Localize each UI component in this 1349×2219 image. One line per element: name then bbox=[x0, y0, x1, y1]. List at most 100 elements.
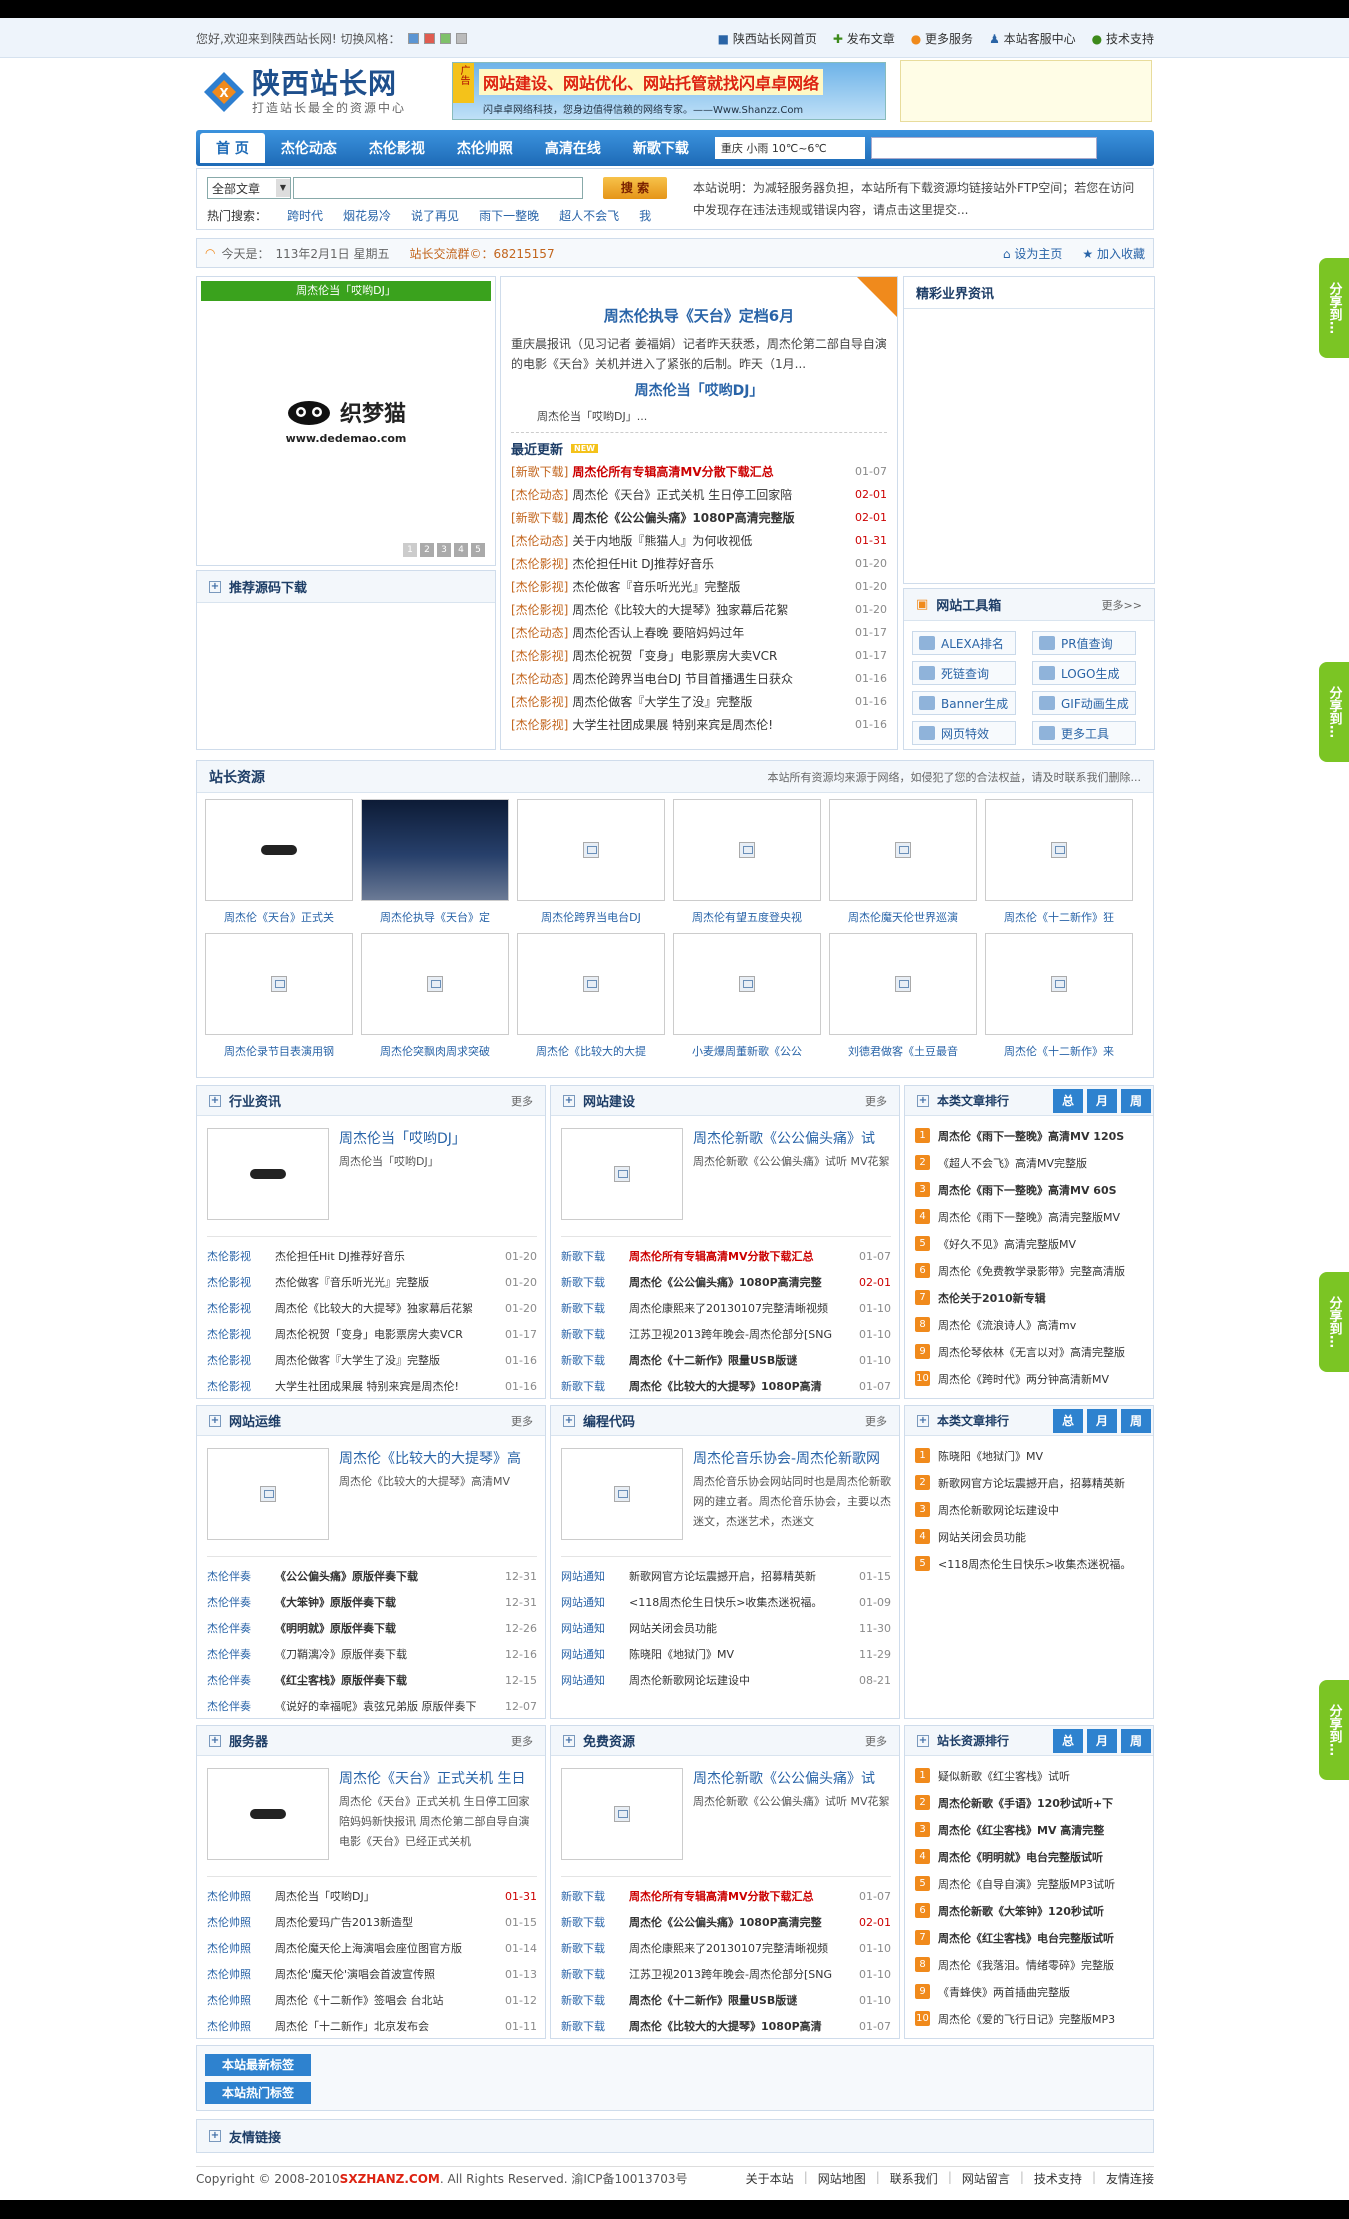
nav-jay-photos[interactable]: 杰伦帅照 bbox=[441, 131, 529, 165]
panel-item-title[interactable]: 周杰伦《比较大的大提琴》1080P高清 bbox=[629, 1378, 853, 1394]
panel-item-title[interactable]: 《刀鞘漓冷》原版伴奏下载 bbox=[275, 1646, 499, 1662]
ranking-tab[interactable]: 月 bbox=[1087, 1088, 1117, 1113]
panel-more-link[interactable]: 更多 bbox=[865, 1093, 887, 1109]
ranking-item[interactable]: 2 新歌网官方论坛震撼开启，招募精英新 bbox=[915, 1469, 1143, 1496]
panel-item-category[interactable]: 新歌下载 bbox=[561, 1300, 629, 1316]
panel-list-item[interactable]: 杰伦伴奏 《刀鞘漓冷》原版伴奏下载 12-16 bbox=[207, 1641, 537, 1667]
panel-more-link[interactable]: 更多 bbox=[865, 1413, 887, 1429]
ranking-item-title[interactable]: 《好久不见》高清完整版MV bbox=[938, 1236, 1143, 1252]
resource-thumbnail[interactable] bbox=[361, 933, 509, 1035]
ranking-item-title[interactable]: 周杰伦《雨下一整晚》高清MV 120S bbox=[938, 1128, 1143, 1144]
panel-item-title[interactable]: 周杰伦所有专辑高清MV分散下载汇总 bbox=[629, 1888, 853, 1904]
latest-item-title[interactable]: 周杰伦《天台》正式关机 生日停工回家陪 bbox=[572, 486, 847, 503]
panel-list-item[interactable]: 新歌下载 江苏卫视2013跨年晚会-周杰伦部分[SNG 01-10 bbox=[561, 1961, 891, 1987]
top-link-services[interactable]: ● 更多服务 bbox=[911, 30, 973, 47]
style-switch-green[interactable] bbox=[440, 32, 452, 44]
resource-card[interactable]: 周杰伦跨界当电台DJ bbox=[517, 799, 665, 925]
panel-item-title[interactable]: 周杰伦祝贺「变身」电影票房大卖VCR bbox=[275, 1326, 499, 1342]
latest-item-title[interactable]: 周杰伦跨界当电台DJ 节目首播遇生日获众 bbox=[572, 670, 847, 687]
panel-item-title[interactable]: 周杰伦所有专辑高清MV分散下载汇总 bbox=[629, 1248, 853, 1264]
latest-item[interactable]: [杰伦影视] 杰伦做客『音乐听光光』完整版 01-20 bbox=[511, 575, 887, 598]
panel-item-category[interactable]: 新歌下载 bbox=[561, 1326, 629, 1342]
panel-item-category[interactable]: 杰伦影视 bbox=[207, 1274, 275, 1290]
resource-card[interactable]: 周杰伦《天台》正式关 bbox=[205, 799, 353, 925]
panel-item-title[interactable]: 陈晓阳《地狱门》MV bbox=[629, 1646, 853, 1662]
panel-item-category[interactable]: 新歌下载 bbox=[561, 1248, 629, 1264]
nav-home[interactable]: 首 页 bbox=[200, 133, 265, 163]
panel-item-title[interactable]: 周杰伦魔天伦上海演唱会座位图官方版 bbox=[275, 1940, 499, 1956]
latest-item-category[interactable]: [杰伦影视] bbox=[511, 601, 568, 618]
panel-thumbnail[interactable] bbox=[207, 1128, 329, 1220]
resource-title[interactable]: 周杰伦《天台》正式关 bbox=[205, 909, 353, 925]
share-tab[interactable]: 分享到… bbox=[1319, 662, 1349, 762]
panel-feature-title[interactable]: 周杰伦音乐协会-周杰伦新歌网 bbox=[693, 1448, 893, 1468]
panel-list-item[interactable]: 杰伦伴奏 《公公偏头痛》原版伴奏下载 12-31 bbox=[207, 1563, 537, 1589]
ranking-tab[interactable]: 总 bbox=[1053, 1088, 1083, 1113]
panel-list-item[interactable]: 新歌下载 周杰伦《比较大的大提琴》1080P高清 01-07 bbox=[561, 1373, 891, 1399]
share-tab[interactable]: 分享到… bbox=[1319, 1272, 1349, 1372]
slide-page[interactable]: 4 bbox=[454, 543, 468, 557]
ranking-item[interactable]: 4 周杰伦《明明就》电台完整版试听 bbox=[915, 1843, 1143, 1870]
latest-item-category[interactable]: [新歌下载] bbox=[511, 463, 568, 480]
ranking-item[interactable]: 4 网站关闭会员功能 bbox=[915, 1523, 1143, 1550]
panel-feature-title[interactable]: 周杰伦新歌《公公偏头痛》试 bbox=[693, 1768, 893, 1788]
ranking-item[interactable]: 4 周杰伦《雨下一整晚》高清完整版MV bbox=[915, 1203, 1143, 1230]
resource-thumbnail[interactable] bbox=[205, 933, 353, 1035]
panel-list-item[interactable]: 杰伦帅照 周杰伦爱玛广告2013新造型 01-15 bbox=[207, 1909, 537, 1935]
resource-card[interactable]: 周杰伦有望五度登央视 bbox=[673, 799, 821, 925]
panel-list-item[interactable]: 杰伦影视 周杰伦做客『大学生了没』完整版 01-16 bbox=[207, 1347, 537, 1373]
hot-keyword[interactable]: 超人不会飞 bbox=[559, 207, 619, 224]
panel-thumbnail[interactable] bbox=[561, 1448, 683, 1540]
panel-item-title[interactable]: 周杰伦《比较大的大提琴》独家幕后花絮 bbox=[275, 1300, 499, 1316]
ranking-item-title[interactable]: 《青蜂侠》两首插曲完整版 bbox=[938, 1984, 1143, 2000]
site-logo[interactable]: X 陕西站长网 打造站长最全的资源中心 bbox=[202, 64, 442, 120]
share-tab[interactable]: 分享到… bbox=[1319, 258, 1349, 358]
panel-more-link[interactable]: 更多 bbox=[511, 1093, 533, 1109]
panel-list-item[interactable]: 网站通知 网站关闭会员功能 11-30 bbox=[561, 1615, 891, 1641]
toolbox-more-link[interactable]: 更多>> bbox=[1102, 597, 1142, 613]
slide-page[interactable]: 1 bbox=[403, 543, 417, 557]
ranking-item-title[interactable]: 周杰伦新歌网论坛建设中 bbox=[938, 1502, 1143, 1518]
ranking-tab[interactable]: 周 bbox=[1121, 1088, 1151, 1113]
panel-item-category[interactable]: 杰伦影视 bbox=[207, 1378, 275, 1394]
ranking-tab[interactable]: 月 bbox=[1087, 1728, 1117, 1753]
panel-item-title[interactable]: 周杰伦《十二新作》限量USB版谜 bbox=[629, 1352, 853, 1368]
panel-item-category[interactable]: 杰伦伴奏 bbox=[207, 1594, 275, 1610]
share-tab[interactable]: 分享到… bbox=[1319, 1680, 1349, 1780]
resource-thumbnail[interactable] bbox=[829, 799, 977, 901]
ranking-item-title[interactable]: 周杰伦新歌《大笨钟》120秒试听 bbox=[938, 1903, 1143, 1919]
panel-item-title[interactable]: 周杰伦新歌网论坛建设中 bbox=[629, 1672, 853, 1688]
panel-item-title[interactable]: 《公公偏头痛》原版伴奏下载 bbox=[275, 1568, 499, 1584]
panel-list-item[interactable]: 杰伦伴奏 《大笨钟》原版伴奏下载 12-31 bbox=[207, 1589, 537, 1615]
nav-hd-online[interactable]: 高清在线 bbox=[529, 131, 617, 165]
latest-item[interactable]: [杰伦影视] 大学生社团成果展 特别来宾是周杰伦! 01-16 bbox=[511, 713, 887, 736]
ranking-item[interactable]: 5 <118周杰伦生日快乐>收集杰迷祝福。 bbox=[915, 1550, 1143, 1577]
panel-item-category[interactable]: 杰伦伴奏 bbox=[207, 1568, 275, 1584]
panel-item-title[interactable]: 杰伦做客『音乐听光光』完整版 bbox=[275, 1274, 499, 1290]
panel-item-category[interactable]: 网站通知 bbox=[561, 1620, 629, 1636]
ranking-tab[interactable]: 周 bbox=[1121, 1728, 1151, 1753]
resource-title[interactable]: 周杰伦跨界当电台DJ bbox=[517, 909, 665, 925]
panel-item-category[interactable]: 杰伦影视 bbox=[207, 1352, 275, 1368]
panel-item-title[interactable]: 周杰伦康熙来了20130107完整清晰视频 bbox=[629, 1940, 853, 1956]
search-category-select[interactable]: 全部文章 ▼ bbox=[207, 177, 291, 199]
latest-item-category[interactable]: [杰伦影视] bbox=[511, 693, 568, 710]
style-switch-gray[interactable] bbox=[456, 32, 468, 44]
panel-item-category[interactable]: 网站通知 bbox=[561, 1594, 629, 1610]
resource-title[interactable]: 小麦爆周董新歌《公公 bbox=[673, 1043, 821, 1059]
panel-item-category[interactable]: 杰伦伴奏 bbox=[207, 1646, 275, 1662]
footer-link[interactable]: 友情连接 bbox=[1106, 2170, 1154, 2187]
ranking-item-title[interactable]: 疑似新歌《红尘客栈》试听 bbox=[938, 1768, 1143, 1784]
panel-list-item[interactable]: 网站通知 陈晓阳《地狱门》MV 11-29 bbox=[561, 1641, 891, 1667]
panel-list-item[interactable]: 杰伦帅照 周杰伦魔天伦上海演唱会座位图官方版 01-14 bbox=[207, 1935, 537, 1961]
resource-card[interactable]: 周杰伦执导《天台》定 bbox=[361, 799, 509, 925]
panel-list-item[interactable]: 杰伦影视 周杰伦《比较大的大提琴》独家幕后花絮 01-20 bbox=[207, 1295, 537, 1321]
panel-item-title[interactable]: 周杰伦'魔天伦'演唱会首波宣传照 bbox=[275, 1966, 499, 1982]
latest-item[interactable]: [杰伦影视] 周杰伦祝贺「变身」电影票房大卖VCR 01-17 bbox=[511, 644, 887, 667]
ranking-item-title[interactable]: 周杰伦《雨下一整晚》高清MV 60S bbox=[938, 1182, 1143, 1198]
latest-item-category[interactable]: [杰伦动态] bbox=[511, 532, 568, 549]
resource-card[interactable]: 刘德君做客《土豆最音 bbox=[829, 933, 977, 1059]
ranking-item[interactable]: 8 周杰伦《我落泪。情绪零碎》完整版 bbox=[915, 1951, 1143, 1978]
ranking-item[interactable]: 7 杰伦关于2010新专辑 bbox=[915, 1284, 1143, 1311]
panel-list-item[interactable]: 新歌下载 江苏卫视2013跨年晚会-周杰伦部分[SNG 01-10 bbox=[561, 1321, 891, 1347]
